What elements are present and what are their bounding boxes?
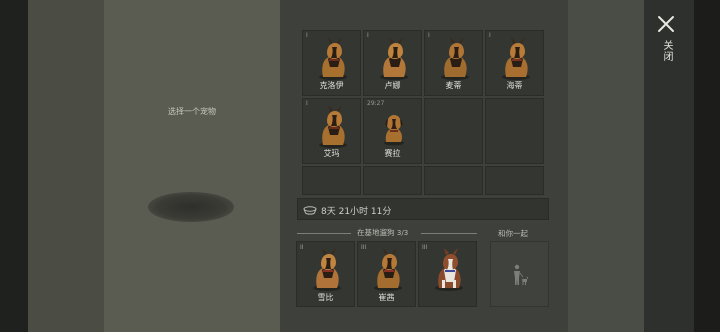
base-walk-title: 在基地遛狗	[357, 228, 395, 237]
divider	[421, 233, 477, 234]
close-icon	[658, 16, 674, 32]
pet-level: I	[489, 32, 491, 39]
base-pets-row: II 雪比 III 崔茜 III	[296, 241, 477, 307]
background-strip	[694, 0, 720, 332]
pet-slot[interactable]: I 麦蒂	[424, 30, 483, 96]
pet-level: II	[300, 244, 304, 251]
pet-name: 卢娜	[384, 81, 401, 90]
background-edge-left	[0, 0, 28, 332]
pet-bowl-icon	[303, 206, 317, 215]
person-with-dog-icon	[514, 264, 528, 285]
german-shepherd-icon	[319, 105, 347, 148]
pet-level: I	[367, 32, 369, 39]
empty-pet-slot[interactable]	[485, 166, 544, 195]
german-shepherd-icon	[313, 248, 341, 291]
german-shepherd-icon	[374, 248, 402, 291]
base-pet-slot[interactable]: III	[418, 241, 477, 307]
pet-timer-bar: 8天 21小时 11分	[297, 198, 549, 220]
pet-name: 赛拉	[384, 149, 401, 158]
pet-level: I	[306, 32, 308, 39]
empty-pet-slot[interactable]	[424, 98, 483, 164]
pet-slot[interactable]: I 海蒂	[485, 30, 544, 96]
puppy-icon	[384, 115, 404, 146]
german-shepherd-icon	[502, 37, 530, 80]
with-you-label: 和你一起	[498, 229, 528, 238]
base-walk-section-header: 在基地遛狗 3/3	[297, 227, 477, 237]
empty-pet-slot[interactable]	[302, 166, 361, 195]
base-pet-slot[interactable]: III 崔茜	[357, 241, 416, 307]
with-you-slot[interactable]	[490, 241, 549, 307]
pet-name: 艾玛	[323, 149, 340, 158]
close-label: 关闭	[661, 40, 672, 62]
empty-pet-slot[interactable]	[424, 166, 483, 195]
empty-pet-slot[interactable]	[485, 98, 544, 164]
background-left	[28, 0, 104, 332]
pet-level: III	[361, 244, 367, 251]
pet-level: I	[428, 32, 430, 39]
pet-preview-area	[104, 0, 280, 332]
husky-icon	[435, 248, 463, 291]
background-right	[568, 0, 644, 332]
pet-name: 克洛伊	[319, 81, 344, 90]
pet-level: III	[422, 244, 428, 251]
pet-grid: I 克洛伊 I 卢娜 I 麦蒂 I 海蒂 I 艾玛 29:27 赛拉	[302, 30, 544, 195]
base-pet-slot[interactable]: II 雪比	[296, 241, 355, 307]
base-walk-label: 在基地遛狗 3/3	[357, 227, 408, 238]
pet-slot[interactable]: 29:27 赛拉	[363, 98, 422, 164]
pet-slot[interactable]: I 克洛伊	[302, 30, 361, 96]
pet-pedestal	[148, 192, 234, 222]
close-button[interactable]	[654, 12, 678, 36]
german-shepherd-icon	[380, 37, 408, 80]
empty-pet-slot[interactable]	[363, 166, 422, 195]
pet-level: I	[306, 100, 308, 107]
base-walk-count: 3/3	[396, 229, 409, 237]
pet-name: 麦蒂	[445, 81, 462, 90]
timer-text: 8天 21小时 11分	[321, 207, 392, 217]
pet-name: 雪比	[317, 293, 334, 302]
pet-name: 海蒂	[506, 81, 523, 90]
pet-slot[interactable]: I 卢娜	[363, 30, 422, 96]
pet-slot[interactable]: I 艾玛	[302, 98, 361, 164]
german-shepherd-icon	[441, 37, 469, 80]
pet-name: 崔茜	[378, 293, 395, 302]
divider	[297, 233, 351, 234]
german-shepherd-icon	[319, 37, 347, 80]
select-pet-hint: 选择一个宠物	[168, 107, 216, 116]
